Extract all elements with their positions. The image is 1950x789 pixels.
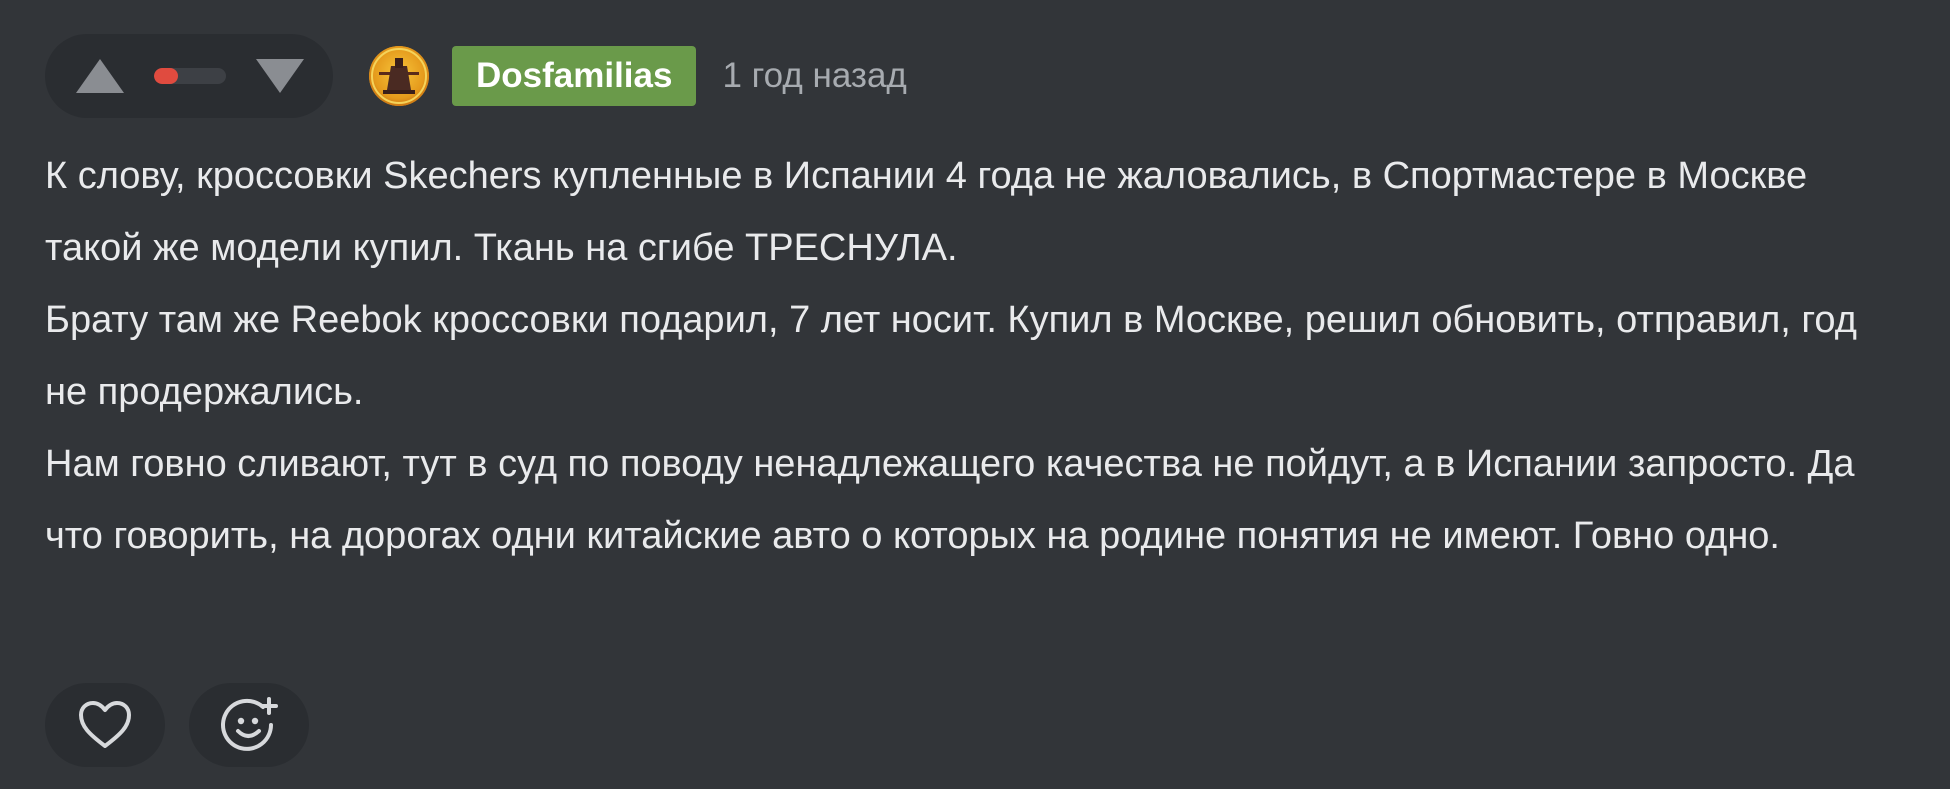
comment-actions — [45, 683, 333, 767]
comment-header: Dosfamilias 1 год назад — [45, 34, 907, 118]
avatar-image — [369, 46, 429, 106]
comment-paragraph: К слову, кроссовки Skechers купленные в … — [45, 155, 1808, 269]
like-button[interactable] — [45, 683, 165, 767]
comment-body: К слову, кроссовки Skechers купленные в … — [45, 140, 1905, 572]
comment: Dosfamilias 1 год назад К слову, кроссов… — [0, 0, 1950, 789]
smiley-plus-icon — [221, 697, 278, 751]
avatar[interactable] — [369, 46, 429, 106]
upvote-button[interactable] — [73, 54, 127, 98]
rating-bar-negative-fill — [154, 68, 178, 84]
rating-bar — [154, 68, 226, 84]
comment-timestamp: 1 год назад — [722, 56, 907, 95]
heart-icon — [79, 701, 131, 748]
triangle-down-icon — [256, 59, 304, 93]
comment-paragraph: Нам говно сливают, тут в суд по поводу н… — [45, 443, 1855, 557]
downvote-button[interactable] — [253, 54, 307, 98]
comment-paragraph: Брату там же Reebok кроссовки подарил, 7… — [45, 299, 1857, 413]
add-reaction-button[interactable] — [189, 683, 309, 767]
author-username[interactable]: Dosfamilias — [452, 46, 697, 106]
vote-widget — [45, 34, 333, 118]
triangle-up-icon — [76, 59, 124, 93]
